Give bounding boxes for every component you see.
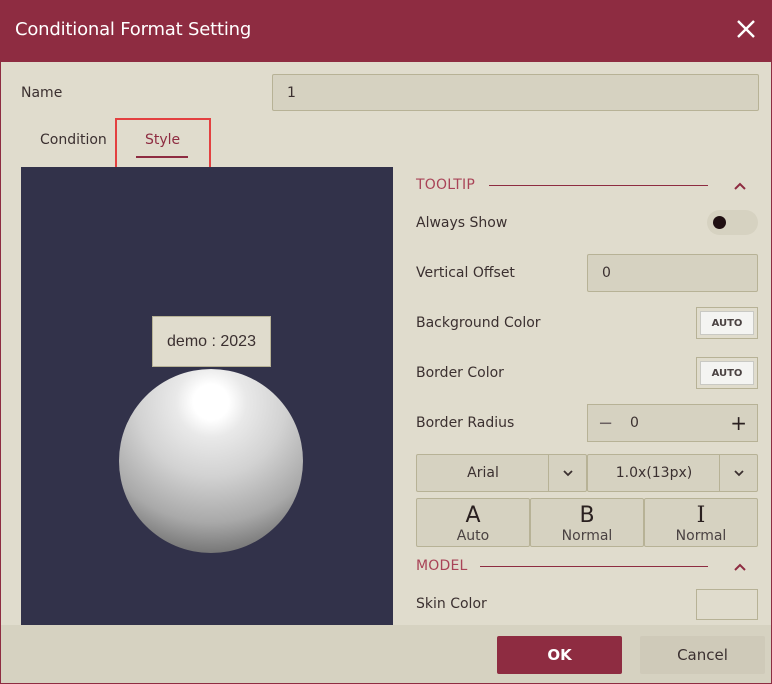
style-preview-canvas: demo : 2023 — [21, 167, 393, 627]
border-color-label: Border Color — [416, 365, 504, 381]
vertical-offset-value: 0 — [602, 265, 611, 281]
skin-color-picker[interactable] — [696, 589, 758, 620]
border-color-picker[interactable]: AUTO — [696, 357, 758, 389]
background-color-label: Background Color — [416, 315, 541, 331]
border-radius-value[interactable]: 0 — [630, 415, 639, 431]
always-show-toggle[interactable] — [707, 210, 758, 235]
font-color-icon: A — [465, 503, 481, 528]
conditional-format-dialog: Conditional Format Setting Name 1 Condit… — [0, 0, 772, 684]
font-size-value: 1.0x(13px) — [615, 465, 693, 481]
tab-condition[interactable]: Condition — [40, 132, 107, 148]
model-section-title: MODEL — [416, 558, 468, 574]
tooltip-section-divider — [489, 185, 708, 186]
model-section-divider — [480, 566, 708, 567]
name-input-value: 1 — [287, 84, 296, 101]
font-family-select[interactable]: Arial — [416, 454, 587, 492]
vertical-offset-label: Vertical Offset — [416, 265, 515, 281]
always-show-label: Always Show — [416, 215, 508, 231]
minus-icon[interactable]: − — [598, 413, 613, 434]
font-weight-button[interactable]: B Normal — [530, 498, 644, 547]
background-color-picker[interactable]: AUTO — [696, 307, 758, 339]
font-style-button[interactable]: I Normal — [644, 498, 758, 547]
bold-icon: B — [579, 503, 595, 528]
cancel-button[interactable]: Cancel — [640, 636, 765, 674]
chevron-up-icon[interactable] — [733, 181, 747, 191]
tab-highlight-box — [115, 118, 211, 173]
font-size-select[interactable]: 1.0x(13px) — [587, 454, 758, 492]
dialog-titlebar: Conditional Format Setting — [1, 1, 771, 62]
skin-color-label: Skin Color — [416, 596, 487, 612]
name-input[interactable]: 1 — [272, 74, 759, 111]
border-color-value: AUTO — [700, 361, 754, 385]
plus-icon[interactable]: + — [730, 411, 747, 435]
chevron-down-icon[interactable] — [548, 455, 586, 491]
vertical-offset-input[interactable]: 0 — [587, 254, 758, 292]
italic-icon: I — [696, 503, 706, 528]
preview-tooltip: demo : 2023 — [152, 316, 271, 367]
border-radius-label: Border Radius — [416, 415, 515, 431]
close-icon[interactable] — [735, 18, 757, 40]
font-color-value: Auto — [456, 528, 490, 544]
ok-button[interactable]: OK — [497, 636, 622, 674]
tooltip-section-title: TOOLTIP — [416, 177, 475, 193]
font-style-value: Normal — [675, 528, 727, 544]
font-weight-value: Normal — [561, 528, 613, 544]
name-label: Name — [21, 85, 63, 101]
font-family-value: Arial — [467, 465, 499, 481]
background-color-value: AUTO — [700, 311, 754, 335]
font-color-button[interactable]: A Auto — [416, 498, 530, 547]
border-radius-stepper[interactable]: − 0 + — [587, 404, 758, 442]
preview-sphere-model — [119, 369, 303, 553]
toggle-knob — [713, 216, 726, 229]
preview-tooltip-text: demo : 2023 — [167, 332, 256, 350]
chevron-up-icon[interactable] — [733, 562, 747, 572]
chevron-down-icon[interactable] — [719, 455, 757, 491]
dialog-title: Conditional Format Setting — [15, 19, 252, 40]
